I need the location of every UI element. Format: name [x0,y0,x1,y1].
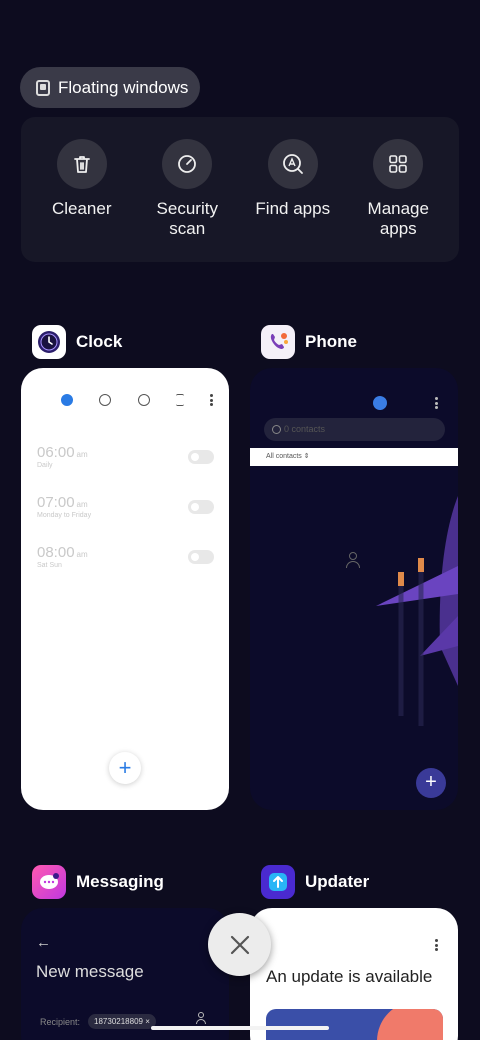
updater-app-title: Updater [305,872,370,891]
update-banner-image [266,1009,443,1040]
messaging-app-header[interactable]: Messaging [32,865,164,899]
recipient-label: Recipient: [40,1016,81,1027]
updater-app-header[interactable]: Updater [261,865,369,899]
clock-app-header[interactable]: Clock [32,325,122,359]
alarm-item[interactable]: 07:00 am Monday to Friday [37,494,214,524]
grid-icon [373,139,424,189]
clock-app-title: Clock [76,332,123,351]
alarm-repeat: Monday to Friday [37,512,92,519]
clock-app-card[interactable]: 06:00 am Daily 07:00 am Monday to Friday 0… [21,368,229,810]
phone-app-card[interactable]: 0 contacts All contacts ⇕ + [250,368,458,810]
recipient-row[interactable]: Recipient: 18730218809 × [40,1014,156,1029]
phone-app-icon [261,325,295,359]
contact-picker-icon[interactable] [196,1012,206,1024]
background-illustration [376,496,458,726]
stopwatch-tab-icon[interactable] [137,394,150,406]
close-icon [230,935,249,954]
search-app-icon [267,139,318,189]
close-all-button[interactable] [208,913,271,976]
phone-app-header[interactable]: Phone [261,325,357,359]
cleaner-button[interactable]: Cleaner [32,117,132,262]
recipient-chip[interactable]: 18730218809 × [88,1014,156,1029]
alarm-toggle[interactable] [188,500,214,514]
new-message-title: New message [36,962,144,981]
floating-windows-label: Floating windows [58,77,189,97]
security-scan-button[interactable]: Security scan [137,117,237,262]
alarm-item[interactable]: 08:00 am Sat Sun [37,544,214,574]
scan-icon [162,139,213,189]
floating-windows-button[interactable]: Floating windows [20,67,200,108]
update-available-title: An update is available [266,967,433,986]
updater-app-icon [261,865,295,899]
add-alarm-button[interactable]: + [109,752,141,784]
more-options-icon[interactable] [435,397,438,409]
alarm-toggle[interactable] [188,550,214,564]
phone-app-title: Phone [305,332,357,351]
alarm-repeat: Daily [37,462,53,469]
find-apps-button[interactable]: Find apps [243,117,343,262]
home-indicator[interactable] [151,1026,329,1030]
more-options-icon[interactable] [435,939,438,951]
messaging-app-icon [32,865,66,899]
trash-icon [56,139,107,189]
alarm-repeat: Sat Sun [37,562,62,569]
cleaner-label: Cleaner [51,199,112,218]
alarm-toggle[interactable] [188,450,214,464]
alarm-item[interactable]: 06:00 am Daily [37,444,214,474]
manage-apps-label: Manage apps [367,199,429,238]
messaging-app-title: Messaging [76,872,164,891]
account-avatar-icon[interactable] [373,396,387,410]
security-scan-label: Security scan [156,199,218,238]
updater-app-card[interactable]: An update is available [250,908,458,1040]
find-apps-label: Find apps [255,199,331,218]
more-options-icon[interactable] [210,394,213,406]
contacts-filter-dropdown[interactable]: All contacts ⇕ [250,448,458,466]
floating-window-icon [36,79,50,96]
clock-app-icon [32,325,66,359]
add-contact-button[interactable]: + [416,768,446,798]
messaging-app-card[interactable]: ← New message Recipient: 18730218809 × [21,908,229,1040]
back-arrow-icon[interactable]: ← [36,934,51,951]
quick-actions-panel: Cleaner Security scan Find apps Manage a… [21,117,459,262]
clock-tabs [61,394,213,406]
person-icon [346,552,360,568]
clock-tab-icon[interactable] [99,394,112,406]
alarm-tab-icon[interactable] [61,394,73,406]
timer-tab-icon[interactable] [175,394,184,406]
contacts-search-input[interactable]: 0 contacts [264,418,445,441]
manage-apps-button[interactable]: Manage apps [348,117,448,262]
